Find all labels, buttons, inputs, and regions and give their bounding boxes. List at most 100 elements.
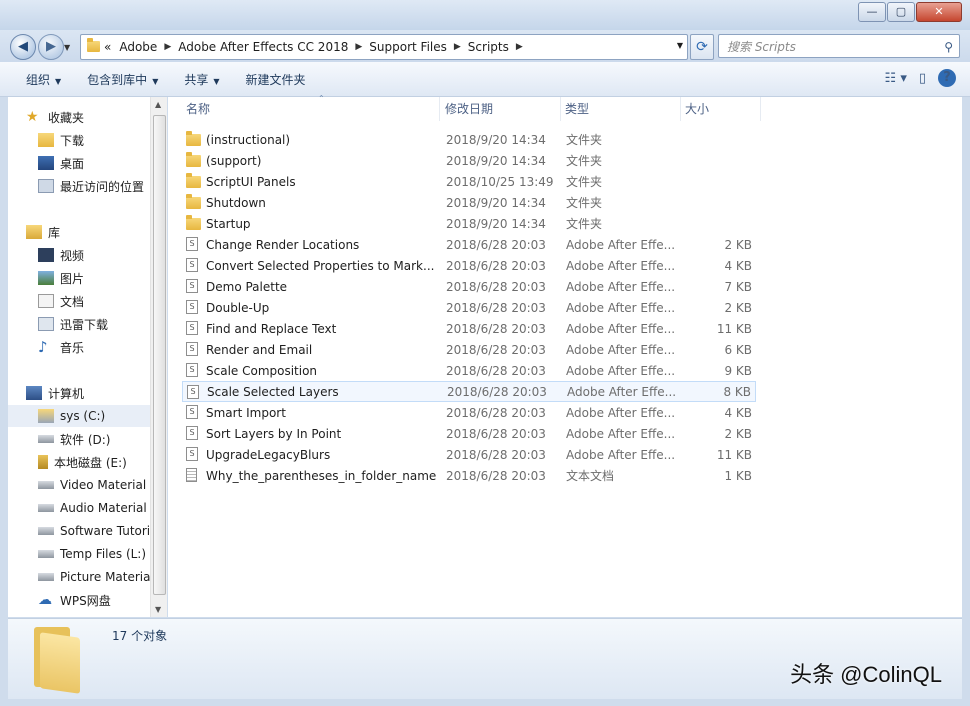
sidebar-item-xunlei[interactable]: 迅雷下载: [38, 313, 150, 335]
chevron-right-icon[interactable]: ▶: [454, 42, 461, 52]
file-type: Adobe After Effe...: [566, 363, 676, 378]
file-date: 2018/6/28 20:03: [446, 321, 546, 336]
sidebar-item-computer[interactable]: 计算机: [26, 382, 150, 404]
organize-menu[interactable]: 组织 ▼: [26, 71, 61, 88]
script-file-icon: S: [186, 447, 198, 461]
folder-row[interactable]: (support) 2018/9/20 14:34 文件夹: [182, 150, 756, 171]
file-row[interactable]: S Smart Import 2018/6/28 20:03 Adobe After …: [182, 402, 756, 423]
sidebar-item-software-tutorials[interactable]: Software Tutori: [38, 520, 150, 542]
forward-button[interactable]: ▶: [38, 34, 64, 60]
sidebar-item-audio-material[interactable]: Audio Material: [38, 497, 150, 519]
breadcrumb-scripts[interactable]: Scripts ▶: [468, 40, 530, 54]
chevron-down-icon: ▼: [152, 76, 159, 86]
column-header-size[interactable]: 大小: [681, 97, 761, 121]
breadcrumb-after-effects[interactable]: Adobe After Effects CC 2018 ▶: [178, 40, 369, 54]
address-bar[interactable]: « Adobe ▶ Adobe After Effects CC 2018 ▶ Su…: [80, 34, 688, 60]
file-type: 文本文档: [566, 469, 615, 483]
breadcrumb-adobe[interactable]: Adobe ▶: [119, 40, 178, 54]
file-row[interactable]: Why_the_parentheses_in_folder_names 2018/…: [182, 465, 756, 486]
minimize-button[interactable]: —: [858, 2, 886, 22]
drive-icon: [38, 435, 54, 443]
sidebar-item-videos[interactable]: 视频: [38, 244, 150, 266]
preview-pane-icon[interactable]: ▯: [919, 71, 926, 86]
share-menu[interactable]: 共享 ▼: [184, 71, 219, 88]
column-header-date[interactable]: 修改日期: [441, 97, 561, 121]
nav-pane-scrollbar[interactable]: ▲ ▼: [150, 97, 167, 617]
sidebar-item-drive-c[interactable]: sys (C:): [8, 405, 150, 427]
file-row[interactable]: S Render and Email 2018/6/28 20:03 Adobe Af…: [182, 339, 756, 360]
history-dropdown-icon[interactable]: ▼: [64, 43, 70, 52]
help-icon[interactable]: ?: [938, 69, 956, 87]
search-icon[interactable]: ⚲: [944, 35, 953, 59]
sort-ascending-icon: ⌃: [318, 94, 325, 103]
chevron-right-icon[interactable]: ▶: [516, 42, 523, 52]
folder-row[interactable]: (instructional) 2018/9/20 14:34 文件夹: [182, 129, 756, 150]
chevron-right-icon[interactable]: ▶: [355, 42, 362, 52]
search-input[interactable]: 搜索 Scripts ⚲: [718, 34, 960, 58]
sidebar-item-libraries[interactable]: 库: [26, 221, 150, 243]
file-date: 2018/6/28 20:03: [446, 468, 546, 483]
script-file-icon: S: [186, 279, 198, 293]
column-header-type[interactable]: 类型: [561, 97, 681, 121]
scrollbar-thumb[interactable]: [153, 115, 166, 595]
drive-icon: [38, 481, 54, 489]
sidebar-item-temp-files[interactable]: Temp Files (L:): [38, 543, 150, 565]
maximize-button[interactable]: ▢: [887, 2, 915, 22]
address-overflow-chevron-icon[interactable]: «: [104, 40, 111, 54]
sidebar-item-recent[interactable]: 最近访问的位置: [38, 175, 150, 197]
new-folder-button[interactable]: 新建文件夹: [246, 71, 306, 88]
pictures-icon: [38, 271, 54, 285]
scroll-up-icon[interactable]: ▲: [155, 100, 161, 109]
file-row[interactable]: S Find and Replace Text 2018/6/28 20:03 Ado…: [182, 318, 756, 339]
file-row[interactable]: S Change Render Locations 2018/6/28 20:03 A…: [182, 234, 756, 255]
chevron-right-icon[interactable]: ▶: [164, 42, 171, 52]
forward-arrow-icon: ▶: [46, 39, 56, 54]
breadcrumb-support-files[interactable]: Support Files ▶: [369, 40, 468, 54]
file-type: 文件夹: [566, 154, 603, 168]
refresh-icon: ⟳: [696, 39, 708, 55]
chevron-down-icon: ▼: [55, 76, 62, 86]
sidebar-item-favorites[interactable]: ★ 收藏夹: [26, 106, 150, 128]
sidebar-item-drive-e[interactable]: 本地磁盘 (E:): [38, 451, 150, 473]
sidebar-item-pictures[interactable]: 图片: [38, 267, 150, 289]
refresh-button[interactable]: ⟳: [690, 34, 714, 60]
file-date: 2018/6/28 20:03: [446, 279, 546, 294]
folder-row[interactable]: Shutdown 2018/9/20 14:34 文件夹: [182, 192, 756, 213]
back-button[interactable]: ◀: [10, 34, 36, 60]
address-dropdown-icon[interactable]: ▼: [677, 41, 683, 50]
script-file-icon: S: [186, 321, 198, 335]
scroll-down-icon[interactable]: ▼: [155, 605, 161, 614]
file-row[interactable]: S Scale Selected Layers 2018/6/28 20:03 Ado…: [182, 381, 756, 402]
downloads-folder-icon: [38, 133, 54, 147]
file-name: (instructional): [206, 132, 291, 147]
file-row[interactable]: S Double-Up 2018/6/28 20:03 Adobe After Eff…: [182, 297, 756, 318]
drive-icon: [38, 550, 54, 558]
folder-row[interactable]: ScriptUI Panels 2018/10/25 13:49 文件夹: [182, 171, 756, 192]
include-in-library-menu[interactable]: 包含到库中 ▼: [87, 71, 158, 88]
column-header-name[interactable]: 名称 ⌃: [182, 94, 440, 121]
sidebar-item-music[interactable]: ♪ 音乐: [38, 336, 150, 358]
sidebar-item-drive-d[interactable]: 软件 (D:): [38, 428, 150, 450]
sidebar-item-wps-cloud[interactable]: ☁ WPS网盘: [38, 589, 150, 611]
file-name: Why_the_parentheses_in_folder_names: [206, 468, 436, 483]
file-type: Adobe After Effe...: [567, 384, 677, 399]
file-row[interactable]: S Sort Layers by In Point 2018/6/28 20:03 A…: [182, 423, 756, 444]
sidebar-item-desktop[interactable]: 桌面: [38, 152, 150, 174]
file-type: Adobe After Effe...: [566, 342, 676, 357]
file-size: 2 KB: [724, 300, 752, 315]
view-options-icon[interactable]: ☷ ▾: [885, 71, 907, 86]
script-file-icon: S: [186, 363, 198, 377]
file-row[interactable]: S Demo Palette 2018/6/28 20:03 Adobe After …: [182, 276, 756, 297]
close-button[interactable]: ✕: [916, 2, 962, 22]
file-row[interactable]: S UpgradeLegacyBlurs 2018/6/28 20:03 Adobe …: [182, 444, 756, 465]
folder-icon: [87, 38, 100, 55]
sidebar-item-video-material[interactable]: Video Material: [38, 474, 150, 496]
sidebar-item-documents[interactable]: 文档: [38, 290, 150, 312]
file-size: 9 KB: [724, 363, 752, 378]
file-row[interactable]: S Scale Composition 2018/6/28 20:03 Adobe A…: [182, 360, 756, 381]
sidebar-item-picture-material[interactable]: Picture Materia: [38, 566, 150, 588]
sidebar-item-downloads[interactable]: 下载: [38, 129, 150, 151]
file-row[interactable]: S Convert Selected Properties to Mark... 2…: [182, 255, 756, 276]
folder-row[interactable]: Startup 2018/9/20 14:34 文件夹: [182, 213, 756, 234]
file-name: ScriptUI Panels: [206, 174, 296, 189]
